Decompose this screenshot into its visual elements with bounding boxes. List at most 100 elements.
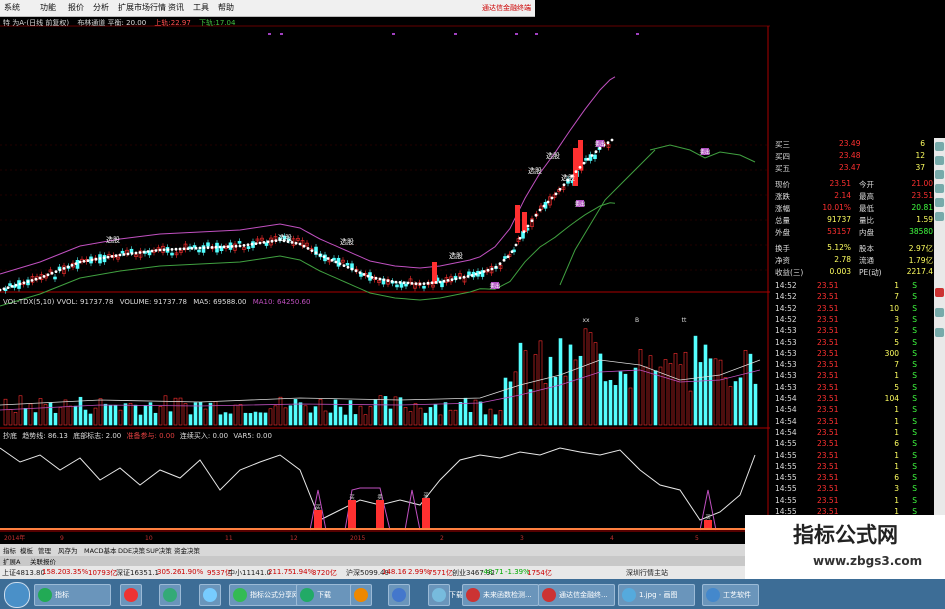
tick-row: 14:55 23.51 1 S bbox=[773, 495, 933, 507]
stat-value: 23.51 bbox=[829, 179, 851, 188]
volume-bar bbox=[138, 414, 143, 426]
volume-bar bbox=[253, 411, 258, 426]
bollinger-mid-dot bbox=[206, 246, 210, 250]
volume-bar bbox=[718, 359, 723, 426]
osc-label-b: 趋势线: 86.13 bbox=[22, 432, 68, 440]
taskbar-item-craft-software[interactable]: 工艺软件 bbox=[702, 584, 759, 606]
volume-bar bbox=[373, 399, 378, 426]
taskbar-app-button[interactable] bbox=[350, 584, 372, 606]
taskbar-item-future-check[interactable]: 未来函数检测... bbox=[462, 584, 539, 606]
side-button-icon[interactable] bbox=[935, 328, 944, 337]
side-button-icon[interactable] bbox=[935, 156, 944, 165]
tab-related-quotes[interactable]: 关联报价 bbox=[30, 556, 56, 566]
taskbar-item-label: 下载 bbox=[317, 591, 331, 599]
volume-bar bbox=[303, 405, 308, 426]
bollinger-mid-dot bbox=[250, 242, 254, 246]
tab-funds[interactable]: 资金决策 bbox=[174, 545, 200, 555]
taskbar-app-button[interactable] bbox=[120, 584, 142, 606]
menu-item-tools[interactable]: 工具 bbox=[193, 2, 209, 13]
volume-bar bbox=[158, 406, 163, 426]
bollinger-mid-dot bbox=[14, 283, 18, 287]
bollinger-mid-dot bbox=[26, 280, 30, 283]
taskbar-item-download-2[interactable]: 下载 bbox=[428, 584, 463, 606]
stat-value: 91737 bbox=[827, 215, 851, 224]
taskbar-item-download[interactable]: 下载 bbox=[296, 584, 353, 606]
volume-bar bbox=[533, 354, 538, 426]
bollinger-mid-dot bbox=[334, 260, 338, 264]
menu-item-analysis[interactable]: 分析 bbox=[93, 2, 109, 13]
menu-item-news[interactable]: 资讯 bbox=[168, 2, 184, 13]
taskbar-item-indicator[interactable]: 指标 bbox=[34, 584, 111, 606]
stock-chart[interactable]: 16.0015.5015.0014.5014.0013.5013.0012.50… bbox=[0, 0, 770, 545]
menu-item-function[interactable]: 功能 bbox=[40, 2, 56, 13]
tick-row: 14:52 23.51 7 S bbox=[773, 291, 933, 303]
bollinger-mid-dot bbox=[450, 278, 454, 281]
tick-price: 23.51 bbox=[817, 439, 839, 449]
tick-volume: 300 bbox=[884, 348, 899, 358]
stat-value: 1.79亿 bbox=[908, 256, 933, 265]
bollinger-mid-dot bbox=[302, 244, 306, 248]
tick-side: S bbox=[912, 360, 917, 370]
bollinger-mid-dot bbox=[482, 270, 486, 273]
bollinger-mid-dot bbox=[162, 248, 166, 252]
bollinger-mid-dot bbox=[266, 240, 270, 244]
tab-save-as[interactable]: 风存为 bbox=[58, 545, 78, 555]
menu-item-help[interactable]: 帮助 bbox=[218, 2, 234, 13]
event-marker bbox=[515, 33, 518, 35]
order-book-row: 买三 23.49 6 bbox=[773, 138, 933, 150]
order-book-label: 买五 bbox=[775, 164, 790, 173]
order-book-volume: 37 bbox=[915, 163, 925, 172]
candle-body bbox=[432, 262, 437, 284]
candle-body bbox=[503, 256, 507, 259]
side-button-icon[interactable] bbox=[935, 184, 944, 193]
taskbar-item-paint[interactable]: 1.jpg - 画图 bbox=[618, 584, 695, 606]
tick-time: 14:52 bbox=[775, 314, 797, 324]
volume-bar bbox=[668, 363, 673, 426]
start-button-icon[interactable] bbox=[4, 582, 30, 608]
tick-side: S bbox=[912, 405, 917, 415]
bollinger-mid-dot bbox=[210, 246, 214, 249]
tab-macd[interactable]: MACD基本 bbox=[84, 545, 116, 555]
sell-marker-label: 卖出 bbox=[594, 140, 605, 148]
side-toolbar[interactable] bbox=[934, 138, 945, 548]
tick-row: 14:52 23.51 1 S bbox=[773, 280, 933, 292]
volume-bar bbox=[388, 408, 393, 426]
tab-indicator[interactable]: 指标 bbox=[3, 545, 16, 555]
side-button-icon[interactable] bbox=[935, 142, 944, 151]
bollinger-mid-dot bbox=[122, 253, 126, 256]
candle-body bbox=[8, 283, 12, 286]
menu-item-ext-market[interactable]: 扩展市场行情 bbox=[118, 2, 166, 13]
order-book-price: 23.48 bbox=[839, 151, 861, 160]
taskbar-app-button[interactable] bbox=[388, 584, 410, 606]
side-button-icon[interactable] bbox=[935, 198, 944, 207]
bollinger-mid-dot bbox=[118, 253, 122, 257]
menu-item-quote[interactable]: 报价 bbox=[68, 2, 84, 13]
signal-label: 选股 bbox=[561, 173, 575, 182]
stat-value: 5.12% bbox=[827, 243, 851, 252]
volume-bar bbox=[153, 412, 158, 426]
side-button-icon[interactable] bbox=[935, 308, 944, 317]
tab-template[interactable]: 模板 bbox=[20, 545, 33, 555]
volume-bar bbox=[468, 412, 473, 426]
volume-top-mark: B bbox=[635, 317, 639, 324]
date-axis-label: 2014年 bbox=[4, 534, 25, 542]
bollinger-mid-dot bbox=[42, 275, 46, 278]
side-button-icon[interactable] bbox=[935, 288, 944, 297]
taskbar-item-tdx-terminal[interactable]: 通达信金融终... bbox=[538, 584, 615, 606]
ticker-item: 158.20 bbox=[42, 568, 67, 576]
tick-time: 14:54 bbox=[775, 405, 797, 415]
taskbar-app-button[interactable] bbox=[159, 584, 181, 606]
bollinger-mid-dot bbox=[218, 245, 222, 249]
volume-bar bbox=[498, 410, 503, 426]
side-button-icon[interactable] bbox=[935, 170, 944, 179]
tab-dde[interactable]: DDE决策 bbox=[118, 545, 145, 555]
tab-sup[interactable]: SUP决策 bbox=[146, 545, 172, 555]
menu-item-system[interactable]: 系统 bbox=[4, 2, 20, 13]
signal-label: 选股 bbox=[528, 166, 542, 175]
taskbar-app-button[interactable] bbox=[199, 584, 221, 606]
tab-extend-a[interactable]: 扩展A bbox=[3, 556, 20, 566]
volume-value: VOLUME: 91737.78 bbox=[119, 298, 187, 306]
tab-manage[interactable]: 管理 bbox=[38, 545, 51, 555]
candle-body bbox=[345, 263, 350, 266]
side-button-icon[interactable] bbox=[935, 212, 944, 221]
